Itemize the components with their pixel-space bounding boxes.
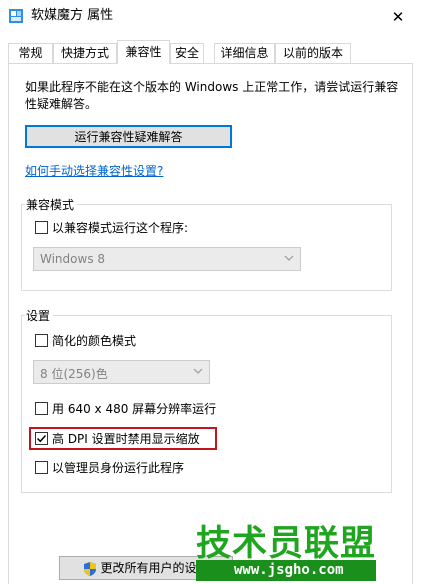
run-as-admin-option[interactable]: 以管理员身份运行此程序 xyxy=(35,460,185,475)
chevron-down-icon xyxy=(284,255,294,261)
chevron-down-icon xyxy=(193,368,203,374)
checkmark-icon xyxy=(36,434,47,442)
resolution-640-checkbox[interactable] xyxy=(35,401,48,415)
resolution-640-option[interactable]: 用 640 x 480 屏幕分辨率运行 xyxy=(35,401,217,416)
close-icon: ✕ xyxy=(391,7,405,26)
app-icon xyxy=(9,9,23,23)
shield-icon xyxy=(84,561,97,576)
reduced-color-checkbox[interactable] xyxy=(35,333,48,347)
title-bar: 软媒魔方 属性 ✕ xyxy=(0,0,421,33)
color-depth-select[interactable]: 8 位(256)色 xyxy=(33,360,210,384)
info-text: 如果此程序不能在这个版本的 Windows 上正常工作，请尝试运行兼容性疑难解答… xyxy=(25,80,399,111)
compat-mode-checkbox[interactable] xyxy=(35,220,48,234)
reduced-color-option[interactable]: 简化的颜色模式 xyxy=(35,333,137,348)
compat-mode-title: 兼容模式 xyxy=(25,196,78,213)
os-version-select[interactable]: Windows 8 xyxy=(33,247,301,271)
compat-mode-label: 以兼容模式运行这个程序: xyxy=(52,220,189,235)
window-title: 软媒魔方 属性 xyxy=(31,8,114,23)
run-as-admin-checkbox[interactable] xyxy=(35,460,48,474)
high-dpi-label: 高 DPI 设置时禁用显示缩放 xyxy=(52,431,200,446)
tab-strip: 常规 快捷方式 兼容性 安全 详细信息 以前的版本 xyxy=(8,40,414,64)
high-dpi-checkbox[interactable] xyxy=(35,431,48,445)
change-all-users-label: 更改所有用户的设置 xyxy=(100,561,209,575)
compat-mode-option[interactable]: 以兼容模式运行这个程序: xyxy=(35,220,189,235)
tab-security[interactable]: 安全 xyxy=(170,43,204,63)
troubleshoot-button[interactable]: 运行兼容性疑难解答 xyxy=(25,125,232,148)
tab-previous-versions[interactable]: 以前的版本 xyxy=(275,43,351,63)
tab-details[interactable]: 详细信息 xyxy=(214,43,275,63)
watermark-logo: 技术员联盟 xyxy=(196,524,377,564)
high-dpi-option[interactable]: 高 DPI 设置时禁用显示缩放 xyxy=(35,431,200,446)
run-as-admin-label: 以管理员身份运行此程序 xyxy=(52,460,185,475)
reduced-color-label: 简化的颜色模式 xyxy=(52,333,137,348)
color-depth-value: 8 位(256)色 xyxy=(40,367,108,381)
tab-general[interactable]: 常规 xyxy=(8,43,53,63)
resolution-640-label: 用 640 x 480 屏幕分辨率运行 xyxy=(52,401,217,416)
close-button[interactable]: ✕ xyxy=(375,0,421,33)
watermark-url: www.jsgho.com xyxy=(196,560,376,581)
tab-shortcut[interactable]: 快捷方式 xyxy=(53,43,117,63)
manual-settings-link[interactable]: 如何手动选择兼容性设置? xyxy=(25,162,163,179)
tab-compatibility[interactable]: 兼容性 xyxy=(117,40,170,64)
os-version-value: Windows 8 xyxy=(40,252,106,266)
settings-title: 设置 xyxy=(25,307,54,324)
